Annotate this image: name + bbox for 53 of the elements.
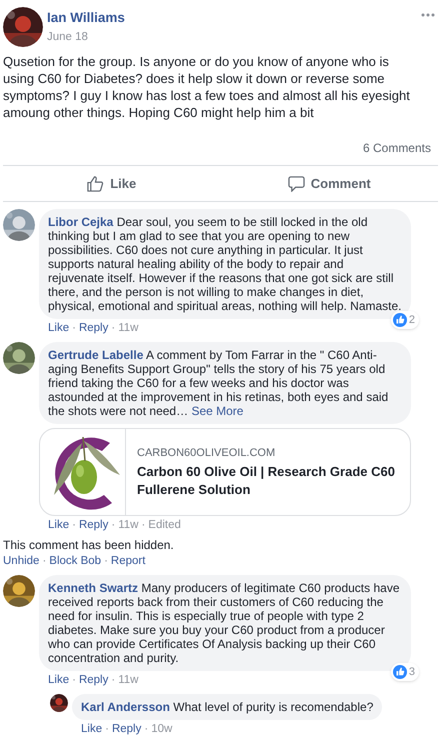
thumbs-up-icon — [87, 175, 104, 192]
speech-bubble-icon — [288, 176, 305, 192]
edited-label: Edited — [148, 518, 181, 532]
author-link[interactable]: Libor Cejka — [48, 215, 114, 229]
comment-bubble: Gertrude Labelle A comment by Tom Farrar in the " C60 Anti-aging Benefits Support Group" tells the story of his 75 years old friend taking the C60 for a few weeks and his doctor was astounded at the improvement in his retinas, both eyes and said the shots were not need… See More — [39, 342, 411, 424]
timestamp: 11w — [118, 518, 138, 532]
author-link[interactable]: Kenneth Swartz — [48, 581, 138, 595]
action-link[interactable]: Like — [81, 722, 102, 736]
action-link[interactable]: Like — [48, 321, 70, 335]
separator-dot: · — [72, 321, 76, 335]
author-link[interactable]: Gertrude Labelle — [48, 348, 144, 362]
separator-dot: · — [72, 673, 76, 687]
timestamp: 11w — [118, 673, 138, 687]
action-link[interactable]: Reply — [78, 321, 108, 335]
see-more-link[interactable]: See More — [191, 404, 244, 418]
action-link[interactable]: Report — [110, 554, 146, 568]
separator-dot: · — [144, 722, 148, 736]
post-text: Qusetion for the group. Is anyone or do you know of anyone who is using C60 for Diabetes? does it help slow it down or reverse some symptoms? I guy I know has lost a few toes and almost all his eyesight amoung other things. Hoping C60 might help him a bit — [2, 53, 411, 121]
like-button[interactable]: Like — [3, 174, 220, 194]
action-link[interactable]: Unhide — [3, 554, 40, 568]
author-link[interactable]: Ian Williams — [47, 10, 417, 26]
action-link[interactable]: Reply — [112, 722, 142, 736]
separator-dot: · — [105, 722, 109, 736]
separator-dot: · — [111, 673, 116, 687]
separator-dot: · — [72, 518, 76, 532]
action-link[interactable]: Like — [48, 518, 70, 532]
comment-bubble: Libor Cejka Dear soul, you seem to be still locked in the old thinking but I am glad to see that you are opening to new possibilities. C60 does not cure anything in particular. It just supports natural healing ability of the body to repair and rejuvenate itself. However if the reasons that one got sick are still there, and the person is not willing to make changes in diet, physical, emotional and spiritual areas, nothing will help. Namaste. — [39, 209, 411, 319]
separator-dot: · — [111, 321, 116, 335]
action-link[interactable]: Like — [48, 673, 70, 687]
timestamp: 10w — [151, 722, 172, 736]
separator-dot: · — [111, 518, 116, 532]
reaction-count: 2 — [408, 312, 416, 328]
action-link[interactable]: Block Bob — [49, 554, 102, 568]
author-link[interactable]: Karl Andersson — [81, 700, 170, 714]
action-link[interactable]: Reply — [78, 518, 108, 532]
link-preview-card[interactable]: CARBON60OLIVEOIL.COM Carbon 60 Olive Oil | Research Grade C60 Fullerene Solution — [39, 428, 411, 516]
thumbs-up-icon — [392, 664, 407, 679]
action-link[interactable]: Reply — [78, 673, 108, 687]
link-title: Carbon 60 Olive Oil | Research Grade C60 Fullerene Solution — [137, 463, 396, 500]
more-options-icon[interactable] — [421, 13, 435, 17]
link-domain: CARBON60OLIVEOIL.COM — [137, 446, 276, 461]
timestamp: 11w — [118, 321, 138, 335]
separator-dot: · — [42, 554, 46, 568]
thumbs-up-icon — [392, 312, 407, 327]
comment-bubble: Karl Andersson What level of purity is recomendable? — [72, 694, 382, 720]
post-date: June 18 — [47, 30, 89, 45]
separator-dot: · — [141, 518, 146, 532]
reaction-count: 3 — [408, 664, 416, 680]
comment-count-link[interactable]: 6 Comments — [362, 139, 431, 157]
separator-dot: · — [104, 554, 108, 568]
hidden-comment-notice: This comment has been hidden. — [3, 538, 175, 552]
comment-bubble: Kenneth Swartz Many producers of legitimate C60 products have received reports back from their customers of C60 reducing the need for insulin. This is especially true of people with type 2 diabetes. Make sure you buy your C60 product from a producer who can provide Certificates Of Analysis backing up their C60 concentration and purity. — [39, 575, 411, 671]
comment-button[interactable]: Comment — [220, 174, 438, 194]
